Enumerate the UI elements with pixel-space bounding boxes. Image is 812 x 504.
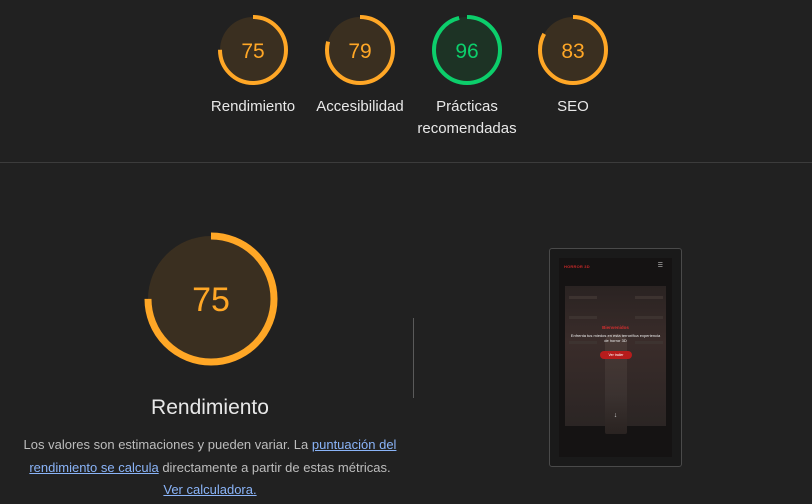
performance-title: Rendimiento: [151, 396, 269, 419]
score-value: 75: [241, 40, 264, 63]
performance-score-ring: 75: [144, 232, 278, 366]
hero-title: Bienvenidos: [602, 325, 629, 330]
gauge-accesibilidad[interactable]: 79 Accesibilidad: [300, 14, 420, 118]
desc-mid: directamente a partir de estas métricas.: [158, 459, 391, 475]
calculator-link[interactable]: Ver calculadora.: [163, 482, 256, 497]
gauge-label-line2: recomendadas: [417, 120, 517, 137]
trailer-button: Ver trailer: [600, 351, 632, 359]
score-ring: 96: [432, 15, 502, 85]
score-ring: 75: [218, 15, 288, 85]
section-divider: [0, 162, 812, 163]
vertical-separator: [413, 318, 414, 398]
hamburger-menu-icon: ☰: [657, 263, 663, 269]
performance-gauge: 75: [144, 232, 278, 366]
gauge-seo[interactable]: 83 SEO: [513, 14, 633, 118]
gauge-label-line1: Prácticas: [436, 98, 498, 115]
site-logo: HORROR 3D: [564, 264, 590, 269]
score-ring: 83: [538, 15, 608, 85]
performance-score-value: 75: [192, 281, 230, 319]
scroll-down-icon: ↓: [613, 412, 618, 419]
performance-description: Los valores son estimaciones y pueden va…: [22, 434, 398, 502]
gauge-rendimiento[interactable]: 75 Rendimiento: [193, 14, 313, 118]
score-value: 96: [455, 40, 478, 63]
desc-prefix: Los valores son estimaciones y pueden va…: [23, 437, 312, 452]
score-value: 79: [348, 40, 371, 63]
gauge-label: SEO: [557, 98, 589, 115]
gauge-label: Rendimiento: [210, 98, 296, 115]
hero-figure: [605, 334, 627, 434]
score-value: 83: [561, 40, 584, 63]
gauge-label: Prácticas recomendadas: [407, 96, 527, 140]
gauge-practicas-recomendadas[interactable]: 96 Prácticas recomendadas: [407, 14, 527, 140]
category-gauges: 75 Rendimiento 79 Accesibilidad 96 Práct…: [0, 0, 812, 162]
score-ring: 79: [325, 15, 395, 85]
final-screenshot[interactable]: HORROR 3D ☰ Bienvenidos Enfrenta tus mie…: [549, 248, 682, 467]
hero-text: Enfrenta tus miedos en esta terrorífica …: [570, 333, 661, 343]
gauge-label: Accesibilidad: [316, 98, 404, 115]
screenshot-screen: HORROR 3D ☰ Bienvenidos Enfrenta tus mie…: [559, 258, 672, 457]
